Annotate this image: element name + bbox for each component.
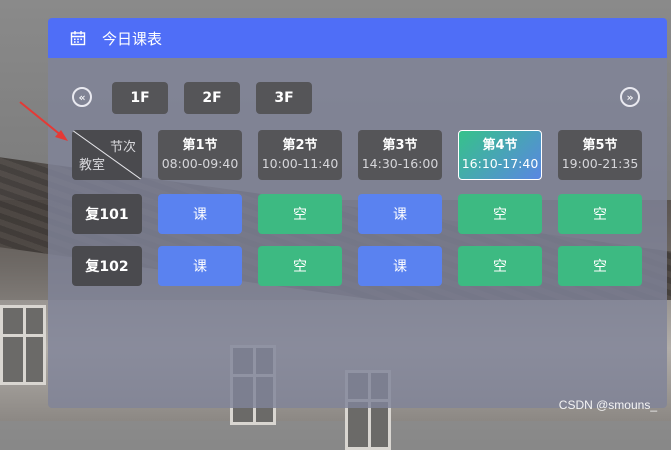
- period-header-3: 第3节 14:30-16:00: [358, 130, 442, 180]
- floor-button-1f[interactable]: 1F: [112, 82, 168, 114]
- next-page-button[interactable]: »: [620, 87, 640, 107]
- room-label-fu102: 复102: [72, 246, 142, 286]
- floor-button-3f[interactable]: 3F: [256, 82, 312, 114]
- slot-fu101-p3[interactable]: 课: [358, 194, 442, 234]
- table-corner-header: 节次 教室: [72, 130, 142, 180]
- period-time: 10:00-11:40: [261, 156, 339, 171]
- room-axis-label: 教室: [79, 158, 106, 173]
- slot-fu102-p4[interactable]: 空: [458, 246, 542, 286]
- slot-fu102-p1[interactable]: 课: [158, 246, 242, 286]
- period-time: 19:00-21:35: [561, 156, 639, 171]
- period-name: 第1节: [182, 138, 218, 153]
- period-name: 第2节: [282, 138, 318, 153]
- slot-fu101-p5[interactable]: 空: [558, 194, 642, 234]
- period-time: 16:10-17:40: [461, 156, 539, 171]
- period-header-2: 第2节 10:00-11:40: [258, 130, 342, 180]
- period-time: 08:00-09:40: [161, 156, 239, 171]
- annotation-arrow-icon: [19, 101, 68, 141]
- period-name: 第4节: [482, 138, 518, 153]
- slot-fu101-p1[interactable]: 课: [158, 194, 242, 234]
- floor-selector: « 1F 2F 3F »: [48, 82, 667, 114]
- slot-fu102-p2[interactable]: 空: [258, 246, 342, 286]
- slot-fu101-p4[interactable]: 空: [458, 194, 542, 234]
- floor-button-2f[interactable]: 2F: [184, 82, 240, 114]
- period-time: 14:30-16:00: [361, 156, 439, 171]
- card-header: 今日课表: [48, 18, 667, 58]
- slot-fu102-p3[interactable]: 课: [358, 246, 442, 286]
- slot-fu102-p5[interactable]: 空: [558, 246, 642, 286]
- period-name: 第5节: [582, 138, 618, 153]
- room-label-fu101: 复101: [72, 194, 142, 234]
- watermark: CSDN @smouns_: [558, 398, 657, 412]
- period-header-1: 第1节 08:00-09:40: [158, 130, 242, 180]
- period-name: 第3节: [382, 138, 418, 153]
- background-window: [0, 305, 46, 385]
- calendar-icon: [70, 30, 86, 46]
- period-header-4-current: 第4节 16:10-17:40: [458, 130, 542, 180]
- timetable-card: 今日课表 « 1F 2F 3F » 节次 教室 第1节 08:00-09:40 …: [48, 18, 667, 408]
- slot-fu101-p2[interactable]: 空: [258, 194, 342, 234]
- period-header-5: 第5节 19:00-21:35: [558, 130, 642, 180]
- period-axis-label: 节次: [109, 140, 136, 155]
- prev-page-button[interactable]: «: [72, 87, 92, 107]
- page-title: 今日课表: [102, 29, 163, 48]
